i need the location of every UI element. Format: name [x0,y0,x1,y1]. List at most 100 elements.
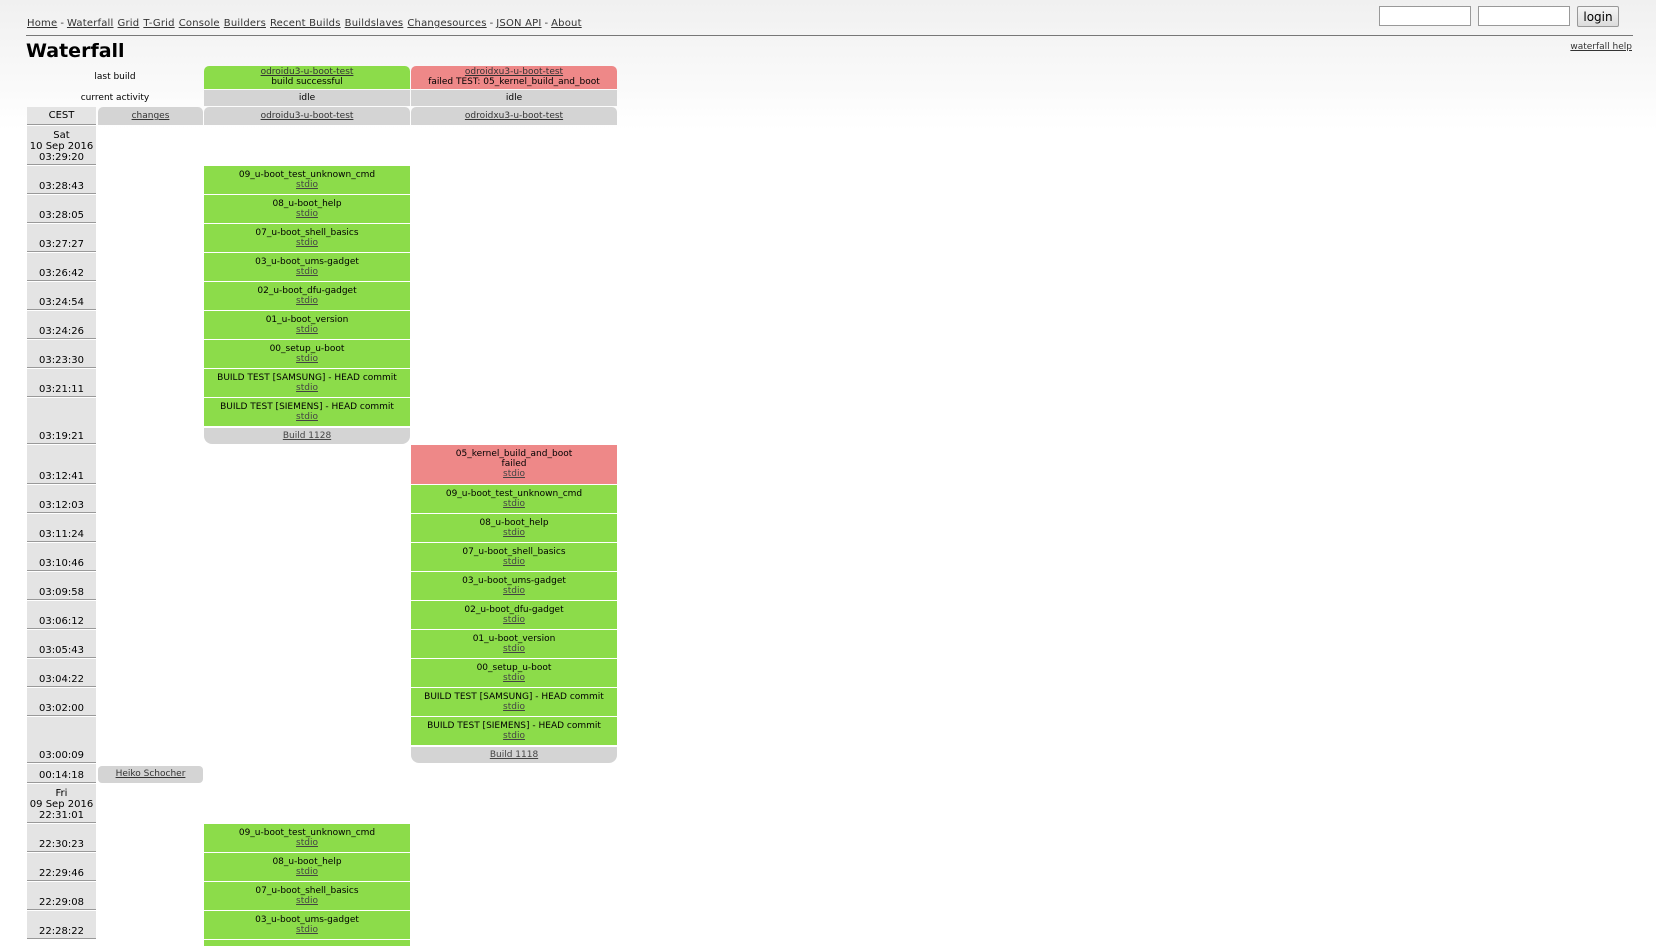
stdio-link[interactable]: stdio [204,925,410,935]
timezone-header: CEST [27,107,96,125]
time-cell: 03:04:22 [27,659,96,687]
time-cell: 03:26:42 [27,253,96,281]
stdio-link[interactable]: stdio [411,469,617,479]
nav-buildslaves-link[interactable]: Buildslaves [345,18,404,29]
nav-waterfall-link[interactable]: Waterfall [67,18,114,29]
step-name: 07_u-boot_shell_basics [255,228,359,238]
build-step: 02_u-boot_dfu-gadget stdio [411,601,617,630]
build-step: 08_u-boot_help stdio [204,195,410,224]
time-cell: 03:19:21 [27,398,96,444]
builder-xu3-column-link[interactable]: odroidxu3-u-boot-test [465,111,563,121]
step-name: 07_u-boot_shell_basics [255,886,359,896]
nav-json-api-link[interactable]: JSON API [496,18,541,29]
build-step: 07_u-boot_shell_basics stdio [411,543,617,572]
stdio-link[interactable]: stdio [411,528,617,538]
stdio-link[interactable]: stdio [204,412,410,422]
build-step: 03_u-boot_ums-gadget stdio [204,911,410,940]
stdio-link[interactable]: stdio [411,702,617,712]
stdio-link[interactable]: stdio [204,180,410,190]
step-name: 00_setup_u-boot [476,663,552,673]
build-step: BUILD TEST [SAMSUNG] - HEAD commit stdio [411,688,617,717]
builder-u3-column-header: odroidu3-u-boot-test [204,107,410,125]
stdio-link[interactable]: stdio [204,838,410,848]
build-step: 03_u-boot_ums-gadget stdio [411,572,617,601]
builder-u3-activity: idle [204,90,410,106]
build-footer: Build 1118 [411,747,617,763]
build-step: 08_u-boot_help stdio [204,853,410,882]
builder-u3-column-link[interactable]: odroidu3-u-boot-test [261,111,354,121]
nav-grid-link[interactable]: Grid [118,18,140,29]
time-cell: 03:28:05 [27,195,96,223]
build-step: 07_u-boot_shell_basics stdio [204,882,410,911]
current-activity-label: current activity [80,93,150,103]
step-name: 08_u-boot_help [479,518,549,528]
stdio-link[interactable]: stdio [204,354,410,364]
stdio-link[interactable]: stdio [411,499,617,509]
build-step: 01_u-boot_version stdio [204,311,410,340]
stdio-link[interactable]: stdio [204,896,410,906]
build-step: BUILD TEST [SAMSUNG] - HEAD commit stdio [204,369,410,398]
stdio-link[interactable]: stdio [204,867,410,877]
builder-xu3-column-header: odroidxu3-u-boot-test [411,107,617,125]
stdio-link[interactable]: stdio [204,267,410,277]
stdio-link[interactable]: stdio [204,296,410,306]
stdio-link[interactable]: stdio [204,383,410,393]
step-name: 01_u-boot_version [472,634,556,644]
builder-u3-last-build: odroidu3-u-boot-test build successful [204,66,410,89]
stdio-link[interactable]: stdio [411,615,617,625]
changes-header: changes [98,107,203,125]
step-name: 01_u-boot_version [265,315,349,325]
nav-builders-link[interactable]: Builders [224,18,266,29]
step-name: 05_kernel_build_and_boot [455,449,573,459]
time-cell: 03:23:30 [27,340,96,368]
nav-separator: - [60,18,64,29]
stdio-link[interactable]: stdio [204,209,410,219]
nav-changesources-link[interactable]: Changesources [407,18,486,29]
build-footer: Build 1128 [204,428,410,444]
time-cell: 03:10:46 [27,543,96,571]
login-button[interactable]: login [1577,6,1619,27]
stdio-link[interactable]: stdio [411,557,617,567]
page-title: Waterfall [26,40,125,62]
builder-xu3-last-build: odroidxu3-u-boot-test failed TEST: 05_ke… [411,66,617,89]
password-input[interactable] [1478,6,1570,26]
build-step: 09_u-boot_test_unknown_cmd stdio [204,824,410,853]
step-name: 02_u-boot_dfu-gadget [464,605,564,615]
nav-home-link[interactable]: Home [27,18,57,29]
username-input[interactable] [1379,6,1471,26]
time-cell: 03:06:12 [27,601,96,629]
time-cell: 03:28:43 [27,166,96,194]
time-cell: 00:14:18 [27,764,96,783]
stdio-link[interactable]: stdio [411,673,617,683]
builder-xu3-link[interactable]: odroidxu3-u-boot-test [465,67,563,77]
changes-link[interactable]: changes [132,111,170,121]
time-cell: 03:24:54 [27,282,96,310]
build-link[interactable]: Build 1118 [490,750,538,760]
change-author-link[interactable]: Heiko Schocher [116,769,186,779]
time-cell: 22:29:08 [27,882,96,910]
stdio-link[interactable]: stdio [411,644,617,654]
time-cell: Sat 10 Sep 2016 03:29:20 [27,126,96,165]
nav-recent-builds-link[interactable]: Recent Builds [270,18,341,29]
waterfall-help-link[interactable]: waterfall help [1570,42,1632,52]
stdio-link[interactable]: stdio [411,731,617,741]
step-name: BUILD TEST [SIEMENS] - HEAD commit [220,402,394,412]
build-step: 07_u-boot_shell_basics stdio [204,224,410,253]
build-link[interactable]: Build 1128 [283,431,331,441]
time-cell: 03:27:27 [27,224,96,252]
build-step: BUILD TEST [SIEMENS] - HEAD commit stdio [411,717,617,746]
stdio-link[interactable]: stdio [411,586,617,596]
build-step: 09_u-boot_test_unknown_cmd stdio [411,485,617,514]
change-entry: Heiko Schocher [98,766,203,783]
nav-console-link[interactable]: Console [179,18,220,29]
stdio-link[interactable]: stdio [204,238,410,248]
build-step: 00_setup_u-boot stdio [411,659,617,688]
time-cell: 03:24:26 [27,311,96,339]
time-cell: 03:12:03 [27,485,96,513]
step-name: BUILD TEST [SAMSUNG] - HEAD commit [217,373,397,383]
builder-u3-link[interactable]: odroidu3-u-boot-test [261,67,354,77]
builder-u3-status: build successful [271,77,343,87]
stdio-link[interactable]: stdio [204,325,410,335]
nav-about-link[interactable]: About [551,18,582,29]
nav-tgrid-link[interactable]: T-Grid [143,18,174,29]
